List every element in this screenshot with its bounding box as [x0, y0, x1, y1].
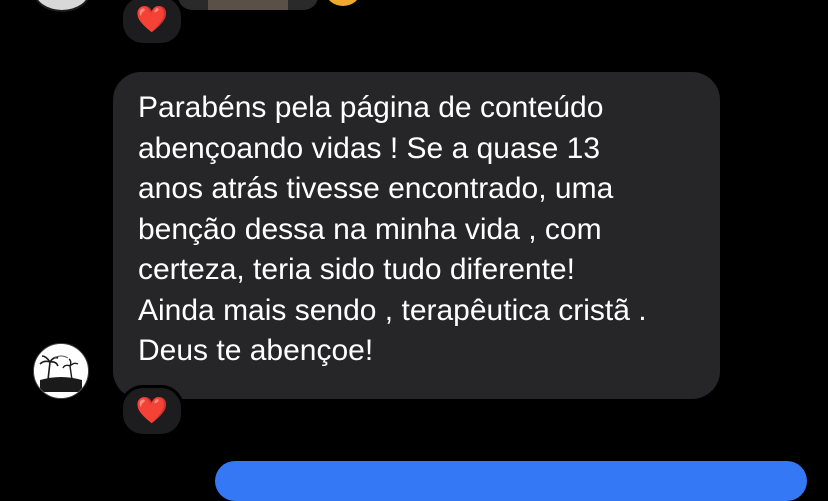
media-thumbnail [208, 0, 288, 10]
message-thread: ❤️ Parabéns pela página de conteúdo aben… [0, 0, 828, 501]
palm-beach-logo-icon [34, 344, 88, 398]
previous-sender-avatar[interactable] [33, 0, 91, 12]
sender-avatar[interactable] [33, 343, 89, 399]
previous-sticker-emoji[interactable] [326, 0, 360, 6]
previous-message-reaction[interactable]: ❤️ [120, 0, 184, 46]
message-text: Parabéns pela página de conteúdo abençoa… [138, 91, 647, 367]
previous-media-message[interactable] [178, 0, 318, 10]
message-reaction[interactable]: ❤️ [120, 385, 184, 437]
incoming-message-bubble[interactable]: Parabéns pela página de conteúdo abençoa… [113, 72, 720, 399]
outgoing-message-bubble[interactable] [215, 461, 807, 501]
heart-reaction-icon: ❤️ [135, 5, 169, 35]
heart-reaction-icon: ❤️ [135, 396, 169, 426]
